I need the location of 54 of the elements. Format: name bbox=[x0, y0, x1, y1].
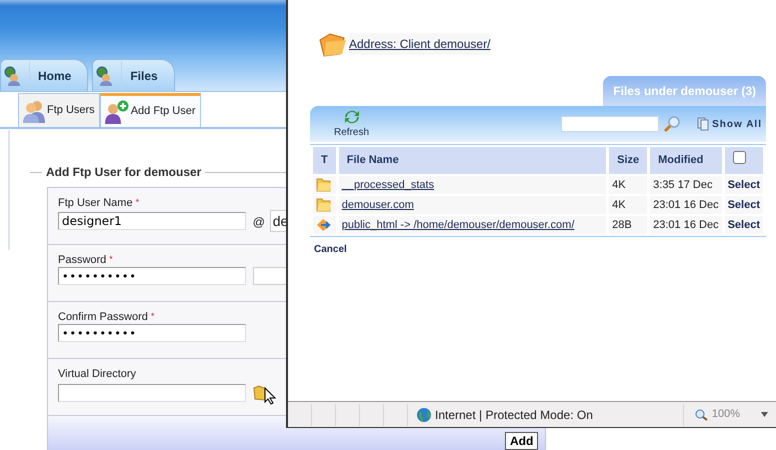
field-label: Confirm Password bbox=[58, 310, 148, 324]
user-gear-icon bbox=[3, 66, 21, 86]
refresh-icon bbox=[344, 108, 360, 124]
browse-folder-icon[interactable] bbox=[252, 385, 267, 401]
cancel-link[interactable]: Cancel bbox=[314, 242, 347, 257]
field-label: Ftp User Name bbox=[58, 196, 133, 210]
form-legend: Add Ftp User for demouser bbox=[46, 163, 202, 181]
required-mark: * bbox=[136, 196, 140, 209]
folder-icon bbox=[316, 197, 332, 212]
refresh-button[interactable]: Refresh bbox=[334, 108, 370, 140]
field-label: Password bbox=[58, 253, 106, 267]
mouse-cursor-icon bbox=[264, 387, 276, 405]
shortcut-icon bbox=[316, 218, 332, 232]
column-header: Modified bbox=[650, 147, 722, 174]
address-link[interactable]: Address: Client demouser/ bbox=[349, 33, 490, 55]
table-cell: 23:01 16 Dec bbox=[650, 216, 722, 234]
add-user-icon bbox=[104, 100, 129, 124]
column-header: File Name bbox=[338, 147, 606, 174]
table-cell: 23:01 16 Dec bbox=[650, 196, 722, 214]
input-field[interactable]: designer1 bbox=[58, 212, 246, 230]
pages-icon bbox=[697, 117, 710, 131]
select-link[interactable]: Select bbox=[724, 216, 763, 234]
add-button[interactable]: Add bbox=[505, 432, 538, 450]
table-cell: 4K bbox=[609, 176, 648, 194]
input-field[interactable]: •••••••••• bbox=[58, 267, 246, 285]
zoom-icon bbox=[694, 408, 710, 420]
select-all-checkbox[interactable] bbox=[732, 151, 746, 164]
table-cell: 4K bbox=[609, 196, 648, 214]
required-mark: * bbox=[109, 253, 113, 266]
select-link[interactable]: Select bbox=[724, 196, 763, 214]
dropdown-icon[interactable] bbox=[761, 412, 768, 417]
show-all-button[interactable]: Show All bbox=[697, 116, 762, 132]
column-header: Size bbox=[609, 147, 648, 174]
user-gear-icon bbox=[95, 66, 114, 86]
nav-tab[interactable]: Home bbox=[0, 59, 88, 91]
input-field[interactable]: •••••••••• bbox=[58, 324, 246, 342]
required-mark: * bbox=[150, 310, 154, 323]
sub-tab[interactable]: Ftp Users bbox=[18, 93, 100, 127]
search-icon[interactable] bbox=[663, 115, 682, 133]
select-link[interactable]: Select bbox=[724, 176, 763, 194]
sub-tab[interactable]: Add Ftp User bbox=[100, 93, 200, 127]
globe-icon bbox=[416, 406, 432, 422]
security-zone-text: Internet | Protected Mode: On bbox=[435, 406, 593, 424]
table-cell: 28B bbox=[609, 216, 648, 234]
field-label: Virtual Directory bbox=[58, 367, 136, 381]
file-link[interactable]: demouser.com bbox=[342, 198, 414, 211]
folder-icon bbox=[316, 177, 332, 192]
at-sign: @ bbox=[252, 214, 265, 231]
search-field[interactable] bbox=[561, 116, 660, 132]
nav-tab[interactable]: Files bbox=[92, 59, 175, 91]
column-header: T bbox=[313, 147, 336, 174]
input-field[interactable] bbox=[58, 384, 246, 402]
table-cell: 3:35 17 Dec bbox=[650, 176, 722, 194]
people-icon bbox=[23, 98, 45, 122]
